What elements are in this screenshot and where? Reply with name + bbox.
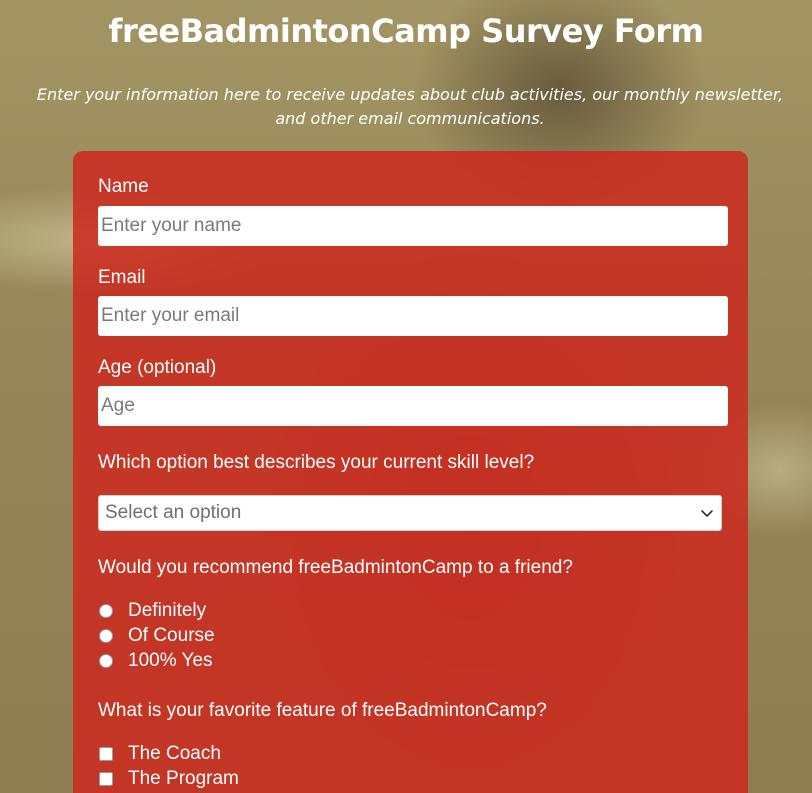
checkbox[interactable] <box>99 747 113 761</box>
recommend-option-100-yes[interactable]: 100% Yes <box>98 649 213 673</box>
survey-form: Name Email Age (optional) Which option b… <box>73 151 748 793</box>
recommend-question: Would you recommend freeBadmintonCamp to… <box>98 557 573 578</box>
recommend-option-of-course[interactable]: Of Course <box>98 624 215 648</box>
radio-button[interactable] <box>99 629 113 643</box>
page-description: Enter your information here to receive u… <box>30 83 790 131</box>
recommend-option-label: Of Course <box>128 625 215 646</box>
feature-question: What is your favorite feature of freeBad… <box>98 700 547 721</box>
recommend-option-label: Definitely <box>128 600 207 621</box>
description-line-1: Enter your information here to receive u… <box>36 85 784 104</box>
radio-button[interactable] <box>99 604 113 618</box>
survey-page: freeBadmintonCamp Survey Form Enter your… <box>0 0 812 793</box>
feature-option-label: The Coach <box>128 743 221 764</box>
recommend-option-label: 100% Yes <box>128 650 213 671</box>
page-title: freeBadmintonCamp Survey Form <box>108 12 704 50</box>
feature-option-program[interactable]: The Program <box>98 767 239 791</box>
description-line-2: and other email communications. <box>275 109 545 128</box>
recommend-option-definitely[interactable]: Definitely <box>98 599 206 623</box>
skill-question: Which option best describes your current… <box>98 452 535 473</box>
radio-button[interactable] <box>99 654 113 668</box>
feature-option-label: The Program <box>128 768 239 789</box>
age-label: Age (optional) <box>98 357 217 378</box>
checkbox[interactable] <box>99 772 113 786</box>
chevron-down-icon <box>701 510 713 517</box>
skill-level-select[interactable]: Select an option <box>98 495 722 531</box>
skill-select-value: Select an option <box>105 502 242 523</box>
feature-option-coach[interactable]: The Coach <box>98 742 221 766</box>
email-label: Email <box>98 267 146 288</box>
name-input[interactable] <box>98 206 728 246</box>
age-input[interactable] <box>98 386 728 426</box>
name-label: Name <box>98 176 149 197</box>
email-input[interactable] <box>98 296 728 336</box>
